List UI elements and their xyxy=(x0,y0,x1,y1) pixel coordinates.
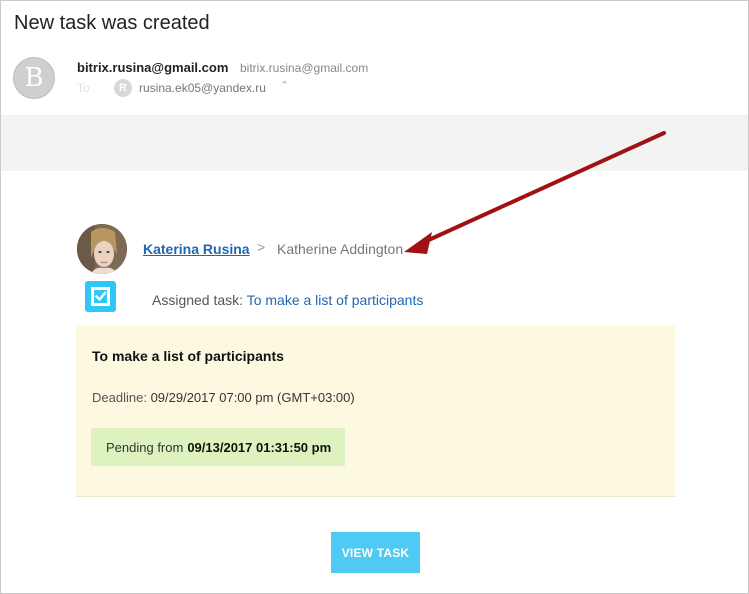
task-checkbox-icon xyxy=(85,281,116,312)
recipients-label: To xyxy=(77,81,90,95)
status-label: Pending from xyxy=(106,439,184,455)
task-deadline: Deadline: 09/29/2017 07:00 pm (GMT+03:00… xyxy=(92,390,355,405)
status-value: 09/13/2017 01:31:50 pm xyxy=(187,439,332,455)
author-link[interactable]: Katerina Rusina xyxy=(143,241,250,257)
view-task-button[interactable]: VIEW TASK xyxy=(331,532,420,573)
author-avatar[interactable] xyxy=(77,224,127,274)
email-header-band xyxy=(1,115,748,171)
task-title: To make a list of participants xyxy=(92,348,284,364)
task-card: To make a list of participants Deadline:… xyxy=(76,326,675,497)
recipient-email[interactable]: rusina.ek05@yandex.ru xyxy=(139,81,266,95)
sender-avatar[interactable]: B xyxy=(13,57,55,99)
author-photo-icon xyxy=(77,224,127,274)
email-view: New task was created B bitrix.rusina@gma… xyxy=(0,0,749,594)
sender-name[interactable]: bitrix.rusina@gmail.com xyxy=(77,60,228,75)
status-badge: Pending from 09/13/2017 01:31:50 pm xyxy=(91,428,345,466)
assigned-task-line: Assigned task: To make a list of partici… xyxy=(152,292,423,308)
sender-email: bitrix.rusina@gmail.com xyxy=(240,61,369,75)
assigned-task-label: Assigned task: xyxy=(152,292,244,308)
chevron-up-icon[interactable]: ⌃ xyxy=(280,79,289,92)
email-subject: New task was created xyxy=(14,12,210,34)
deadline-value: 09/29/2017 07:00 pm (GMT+03:00) xyxy=(150,390,355,405)
breadcrumb-separator: > xyxy=(257,239,266,255)
task-link[interactable]: To make a list of participants xyxy=(247,292,424,308)
deadline-label: Deadline: xyxy=(92,390,147,405)
recipient-avatar: R xyxy=(114,79,132,97)
responsible-person: Katherine Addington xyxy=(277,241,404,257)
